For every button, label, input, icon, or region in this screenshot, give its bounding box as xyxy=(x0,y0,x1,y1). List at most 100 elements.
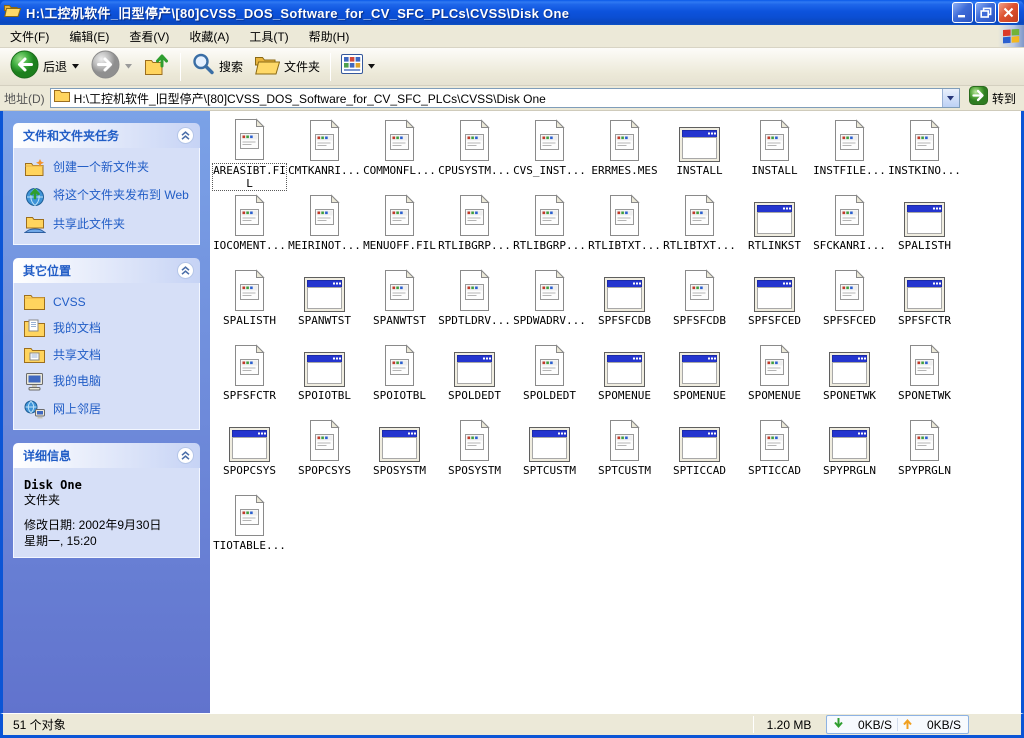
sidebar-link[interactable]: 共享文档 xyxy=(24,346,193,363)
file-item[interactable]: SPANWTST xyxy=(362,266,437,341)
sidebar-link[interactable]: 创建一个新文件夹 xyxy=(24,158,193,177)
collapse-chevron-icon[interactable] xyxy=(177,262,194,279)
file-item[interactable]: SPFSFCDB xyxy=(662,266,737,341)
file-item[interactable]: CPUSYSTM... xyxy=(437,116,512,191)
file-item[interactable]: CMTKANRI... xyxy=(287,116,362,191)
file-item[interactable]: SPDTLDRV... xyxy=(437,266,512,341)
sidebar-link[interactable]: 我的电脑 xyxy=(24,372,193,391)
file-item[interactable]: SFCKANRI... xyxy=(812,191,887,266)
sidebar-link[interactable]: 共享此文件夹 xyxy=(24,215,193,234)
collapse-chevron-icon[interactable] xyxy=(177,447,194,464)
file-item[interactable]: SPYPRGLN xyxy=(812,416,887,491)
collapse-chevron-icon[interactable] xyxy=(177,127,194,144)
menu-tools[interactable]: 工具(T) xyxy=(239,25,298,48)
close-button[interactable] xyxy=(998,2,1019,23)
application-window-icon xyxy=(754,191,795,237)
file-item[interactable]: SPFSFCTR xyxy=(887,266,962,341)
file-item[interactable]: SPOSYSTM xyxy=(362,416,437,491)
file-item[interactable]: SPOIOTBL xyxy=(362,341,437,416)
up-button[interactable] xyxy=(138,49,176,85)
file-item[interactable]: SPFSFCDB xyxy=(587,266,662,341)
file-item[interactable]: SPFSFCED xyxy=(737,266,812,341)
file-item[interactable]: MEIRINOT... xyxy=(287,191,362,266)
panel-details-header[interactable]: 详细信息 xyxy=(13,443,200,468)
document-file-icon xyxy=(907,341,942,387)
sidebar-link[interactable]: 我的文档 xyxy=(24,319,193,337)
menu-help[interactable]: 帮助(H) xyxy=(299,25,360,48)
file-item[interactable]: TIOTABLE... xyxy=(212,491,287,566)
file-item[interactable]: SPOSYSTM xyxy=(437,416,512,491)
address-input[interactable]: H:\工控机软件_旧型停产\[80]CVSS_DOS_Software_for_… xyxy=(49,88,960,108)
file-item[interactable]: RTLIBGRP... xyxy=(512,191,587,266)
folders-button[interactable]: 文件夹 xyxy=(249,51,326,83)
restore-button[interactable] xyxy=(975,2,996,23)
menu-file[interactable]: 文件(F) xyxy=(0,25,59,48)
file-item[interactable]: SPOPCSYS xyxy=(212,416,287,491)
panel-file-tasks-header[interactable]: 文件和文件夹任务 xyxy=(13,123,200,148)
back-button[interactable]: 后退 xyxy=(4,47,85,87)
file-item[interactable]: SPFSFCED xyxy=(812,266,887,341)
file-item[interactable]: RTLINKST xyxy=(737,191,812,266)
sidebar-link[interactable]: 将这个文件夹发布到 Web xyxy=(24,186,193,206)
file-name: SPOSYSTM xyxy=(373,464,426,477)
application-window-icon xyxy=(454,341,495,387)
file-item[interactable]: SPONETWK xyxy=(812,341,887,416)
views-dropdown-icon[interactable] xyxy=(368,64,376,69)
file-item[interactable]: IOCOMENT... xyxy=(212,191,287,266)
file-item[interactable]: SPANWTST xyxy=(287,266,362,341)
forward-button[interactable] xyxy=(85,47,138,87)
panel-other-places-header[interactable]: 其它位置 xyxy=(13,258,200,283)
file-item[interactable]: SPALISTH xyxy=(212,266,287,341)
file-item[interactable]: SPONETWK xyxy=(887,341,962,416)
file-item[interactable]: SPYPRGLN xyxy=(887,416,962,491)
file-item[interactable]: SPOLDEDT xyxy=(437,341,512,416)
file-item[interactable]: SPOLDEDT xyxy=(512,341,587,416)
task-pane: 文件和文件夹任务 创建一个新文件夹 将这个文件夹发布到 Web 共享此文件夹 其它位… xyxy=(3,111,210,713)
menu-favorites[interactable]: 收藏(A) xyxy=(179,25,239,48)
views-button[interactable] xyxy=(335,51,381,82)
file-item[interactable]: SPALISTH xyxy=(887,191,962,266)
file-item[interactable]: SPTICCAD xyxy=(737,416,812,491)
file-item[interactable]: RTLIBTXT... xyxy=(587,191,662,266)
file-item[interactable]: INSTFILE... xyxy=(812,116,887,191)
file-item[interactable]: AREASIBT.FIL xyxy=(212,116,287,191)
menu-view[interactable]: 查看(V) xyxy=(119,25,179,48)
file-item[interactable]: ERRMES.MES xyxy=(587,116,662,191)
forward-dropdown-icon[interactable] xyxy=(125,64,133,69)
folders-icon xyxy=(255,54,281,80)
file-item[interactable]: SPTCUSTM xyxy=(512,416,587,491)
menu-bar: 文件(F) 编辑(E) 查看(V) 收藏(A) 工具(T) 帮助(H) xyxy=(0,25,1024,48)
file-item[interactable]: MENUOFF.FIL xyxy=(362,191,437,266)
file-name: SPFSFCDB xyxy=(673,314,726,327)
file-item[interactable]: SPOMENUE xyxy=(737,341,812,416)
file-item[interactable]: SPOMENUE xyxy=(662,341,737,416)
file-item[interactable]: SPOPCSYS xyxy=(287,416,362,491)
search-button[interactable]: 搜索 xyxy=(185,49,249,84)
file-item[interactable]: RTLIBTXT... xyxy=(662,191,737,266)
file-name: RTLIBGRP... xyxy=(513,239,586,252)
document-file-icon xyxy=(457,266,492,312)
address-dropdown-icon[interactable] xyxy=(941,89,959,107)
menu-edit[interactable]: 编辑(E) xyxy=(59,25,119,48)
file-item[interactable]: INSTKINO... xyxy=(887,116,962,191)
sidebar-link[interactable]: 网上邻居 xyxy=(24,400,193,419)
back-dropdown-icon[interactable] xyxy=(72,64,80,69)
document-file-icon xyxy=(232,266,267,312)
file-item[interactable]: SPTCUSTM xyxy=(587,416,662,491)
file-item[interactable]: SPDWADRV... xyxy=(512,266,587,341)
file-item[interactable]: RTLIBGRP... xyxy=(437,191,512,266)
file-item[interactable]: COMMONFL... xyxy=(362,116,437,191)
file-item[interactable]: INSTALL xyxy=(662,116,737,191)
minimize-button[interactable] xyxy=(952,2,973,23)
sidebar-link[interactable]: CVSS xyxy=(24,293,193,310)
title-bar[interactable]: H:\工控机软件_旧型停产\[80]CVSS_DOS_Software_for_… xyxy=(0,0,1024,25)
panel-other-places-body: CVSS 我的文档共享文档我的电脑网上邻居 xyxy=(13,283,200,430)
file-item[interactable]: SPOMENUE xyxy=(587,341,662,416)
file-item[interactable]: SPOIOTBL xyxy=(287,341,362,416)
file-item[interactable]: SPFSFCTR xyxy=(212,341,287,416)
file-item[interactable]: INSTALL xyxy=(737,116,812,191)
file-item[interactable]: SPTICCAD xyxy=(662,416,737,491)
go-button[interactable]: 转到 xyxy=(965,85,1020,111)
file-name: SPANWTST xyxy=(373,314,426,327)
file-item[interactable]: CVS_INST... xyxy=(512,116,587,191)
